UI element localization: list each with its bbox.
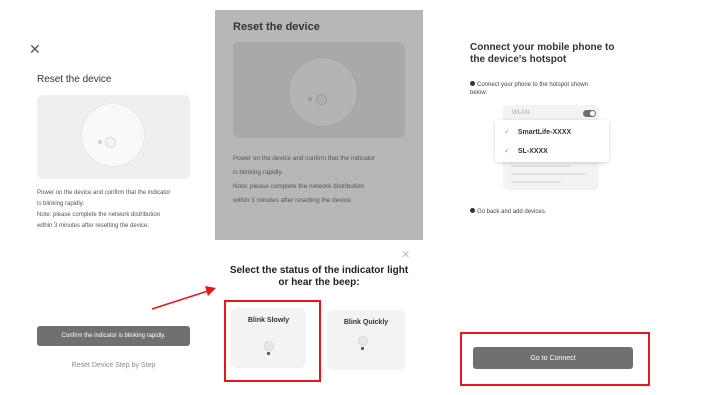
check-icon: ✓ xyxy=(504,129,510,136)
network-item: ✓ SL-XXXX xyxy=(504,148,548,155)
bullet-icon xyxy=(470,208,475,213)
wlan-toggle xyxy=(583,110,596,117)
bullet-icon xyxy=(470,81,475,86)
close-icon[interactable]: ✕ xyxy=(29,42,41,56)
wlan-label: WLAN xyxy=(512,110,530,116)
page-title: Reset the device xyxy=(37,74,112,85)
confirm-blinking-button[interactable]: Confirm the indicator is blinking rapidl… xyxy=(37,326,190,346)
reset-instructions: Power on the device and confirm that the… xyxy=(233,155,376,204)
sheet-title: Select the status of the indicator light… xyxy=(229,265,409,288)
page-title: Connect your mobile phone to the device'… xyxy=(470,42,615,65)
highlight-box-connect xyxy=(460,332,650,386)
device-image xyxy=(37,95,190,179)
reset-steps-link[interactable]: Reset Device Step by Step xyxy=(37,362,190,369)
pointer-arrow-icon xyxy=(151,286,216,310)
page-title: Reset the device xyxy=(233,21,320,33)
wifi-network-list: ✓ SmartLife-XXXX ✓ SL-XXXX xyxy=(495,120,609,162)
check-icon: ✓ xyxy=(504,148,510,155)
bulb-icon xyxy=(358,336,368,346)
go-back-instruction: Go back and add devices. xyxy=(470,208,546,215)
hotspot-instruction: Connect your phone to the hotspot shown … xyxy=(470,81,589,96)
device-image xyxy=(233,42,405,138)
reset-instructions: Power on the device and confirm that the… xyxy=(37,190,171,229)
close-icon[interactable]: ✕ xyxy=(401,248,410,261)
highlight-box-blink-slowly xyxy=(224,300,321,382)
option-blink-quickly[interactable]: Blink Quickly xyxy=(327,310,405,370)
network-item: ✓ SmartLife-XXXX xyxy=(504,129,572,136)
